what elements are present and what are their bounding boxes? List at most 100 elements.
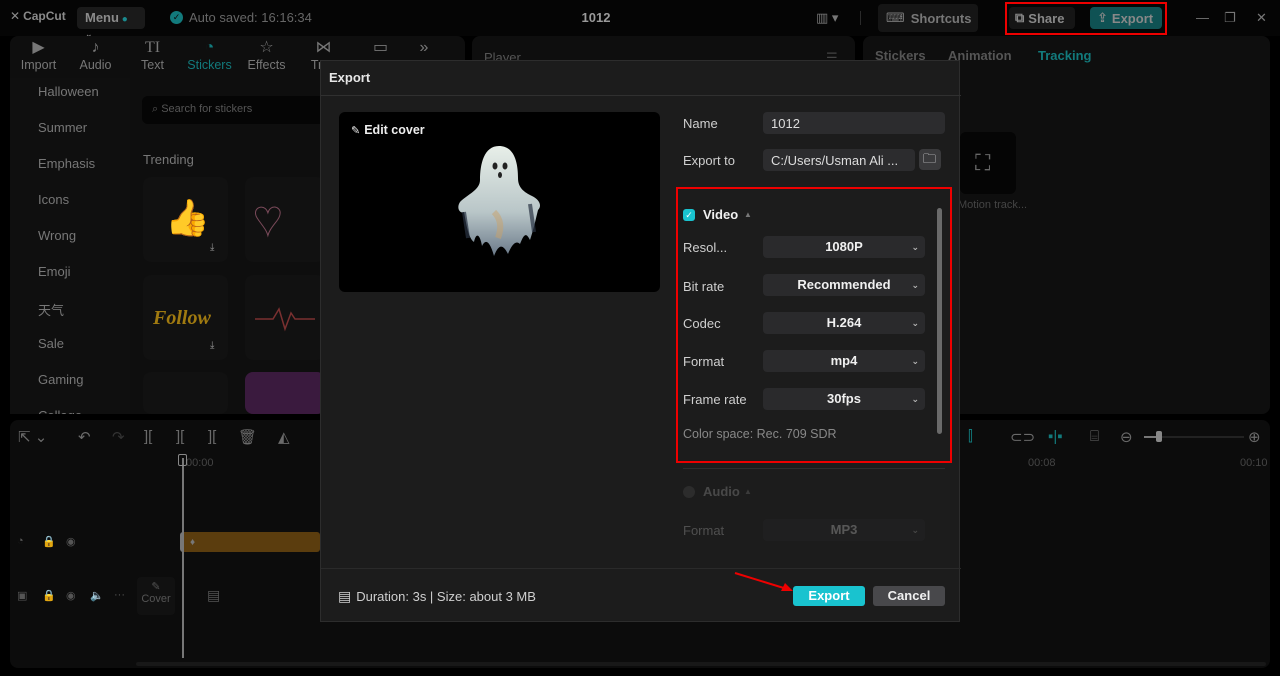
restore-icon[interactable]: ❐ <box>1224 10 1236 26</box>
lock-icon[interactable]: 🔒 <box>42 589 56 602</box>
sticker-categories: Halloween Summer Emphasis Icons Wrong Em… <box>10 78 130 414</box>
collapse-up-icon[interactable]: ▲ <box>744 487 752 496</box>
category-item[interactable]: Emphasis <box>38 156 95 171</box>
format-select[interactable]: mp4 ⌄ <box>763 350 925 372</box>
chevron-down-icon: ⌄ <box>911 394 919 404</box>
more-icon[interactable]: ··· <box>114 589 125 601</box>
link-icon[interactable]: ⊂⊃ <box>1010 428 1035 446</box>
video-track-icon[interactable]: ▣ <box>17 589 27 602</box>
effects-icon: ☆ <box>259 39 274 56</box>
video-section-label: Video <box>703 207 739 222</box>
browse-folder-button[interactable]: 🗀 <box>919 149 941 170</box>
tool-effects[interactable]: ☆ Effects <box>238 36 295 78</box>
timeline-scrollbar[interactable] <box>136 662 1266 666</box>
eye-icon[interactable]: ◉ <box>66 589 76 602</box>
bitrate-label: Bit rate <box>683 279 725 294</box>
export-button[interactable]: Export <box>793 586 865 606</box>
tool-audio[interactable]: ♪ Audio <box>67 36 124 78</box>
tool-text[interactable]: TI Text <box>124 36 181 78</box>
tool-label: Audio <box>79 58 112 72</box>
sticker-heart-dots[interactable]: ♥ <box>245 177 325 262</box>
tab-tracking[interactable]: Tracking <box>1038 48 1091 63</box>
category-item[interactable]: Summer <box>38 120 87 135</box>
volume-icon[interactable]: 🔈 <box>90 589 104 602</box>
sticker-blue[interactable] <box>143 372 228 414</box>
download-icon[interactable]: ⤓ <box>210 340 214 351</box>
speed-icon[interactable]: ◔ <box>17 535 24 547</box>
category-item[interactable]: 天气 <box>38 300 64 319</box>
motion-track-button[interactable]: ⛶ <box>960 132 1016 194</box>
cover-preview[interactable]: ✎ Edit cover <box>339 112 660 292</box>
shortcuts-button[interactable]: ⌨ Shortcuts <box>878 4 978 32</box>
cover-label: Cover <box>141 593 171 605</box>
sticker-thumbs-up[interactable]: 👍 ⤓ <box>143 177 228 262</box>
split-icon[interactable]: ][ <box>144 428 152 445</box>
export-dialog: Export ✎ Edit cover Name 1012 Export to C… <box>320 60 961 622</box>
framerate-select[interactable]: 30fps ⌄ <box>763 388 925 410</box>
preview-axis-icon[interactable]: ⌸ <box>1090 428 1099 445</box>
resolution-label: Resol... <box>683 240 728 255</box>
sticker-clip[interactable]: ♦ <box>180 532 320 552</box>
split-right-icon[interactable]: ][ <box>208 428 216 445</box>
playhead-handle[interactable] <box>178 454 187 466</box>
delete-icon[interactable]: 🗑 <box>238 428 257 446</box>
minimize-icon[interactable]: — <box>1196 10 1209 25</box>
bitrate-select[interactable]: Recommended ⌄ <box>763 274 925 296</box>
category-item[interactable]: Collage <box>38 408 82 414</box>
split-left-icon[interactable]: ][ <box>176 428 184 445</box>
snap-icon[interactable]: ▪|▪ <box>1048 428 1063 445</box>
settings-scrollbar[interactable] <box>937 208 942 434</box>
export-top-button[interactable]: ⇪ Export <box>1090 7 1162 29</box>
tool-stickers[interactable]: ◔ Stickers <box>181 36 238 78</box>
cancel-button[interactable]: Cancel <box>873 586 945 606</box>
dialog-title: Export <box>329 70 371 85</box>
collapse-up-icon[interactable]: ▲ <box>744 210 752 219</box>
cover-button[interactable]: ✎ Cover <box>137 577 175 615</box>
sticker-heartbeat[interactable] <box>245 275 325 360</box>
upload-icon: ⇪ <box>1097 10 1108 25</box>
sticker-search-input[interactable]: ⌕ Search for stickers <box>142 96 332 124</box>
sticker-pink-heart[interactable] <box>245 372 325 414</box>
edit-icon: ✎ <box>351 124 361 137</box>
tool-import[interactable]: ▶ Import <box>10 36 67 78</box>
download-icon[interactable]: ⤓ <box>210 242 214 253</box>
lock-icon[interactable]: 🔒 <box>42 535 56 548</box>
undo-icon[interactable]: ↶ <box>78 428 91 446</box>
sticker-follow[interactable]: Follow ⤓ <box>143 275 228 360</box>
eye-icon[interactable]: ◉ <box>66 535 76 548</box>
ghost-image <box>458 146 540 256</box>
codec-label: Codec <box>683 316 721 331</box>
video-checkbox[interactable]: ✓ <box>683 209 695 221</box>
layout-icon[interactable]: ▥ ▾ <box>816 10 838 26</box>
edit-cover-button[interactable]: ✎ Edit cover <box>351 123 425 137</box>
heartbeat-icon <box>255 307 315 332</box>
autosave-text: Auto saved: 16:16:34 <box>189 10 312 25</box>
captions-icon: ▭ <box>372 39 389 56</box>
close-icon[interactable]: ✕ <box>1256 10 1267 26</box>
export-to-label: Export to <box>683 153 736 168</box>
category-item[interactable]: Emoji <box>38 264 71 279</box>
category-item[interactable]: Wrong <box>38 228 76 243</box>
category-item[interactable]: Gaming <box>38 372 84 387</box>
zoom-out-icon[interactable]: ⊖ <box>1120 428 1133 446</box>
codec-select[interactable]: H.264 ⌄ <box>763 312 925 334</box>
playhead[interactable] <box>182 458 184 658</box>
select-tool-icon[interactable]: ⇱ ⌄ <box>18 428 47 446</box>
share-button[interactable]: ⧉ Share <box>1009 7 1075 29</box>
name-input[interactable]: 1012 <box>763 112 945 134</box>
zoom-slider-handle[interactable] <box>1156 431 1162 442</box>
resolution-value: 1080P <box>825 239 863 254</box>
resolution-select[interactable]: 1080P ⌄ <box>763 236 925 258</box>
category-item[interactable]: Icons <box>38 192 69 207</box>
mirror-icon[interactable]: ◭ <box>278 428 290 446</box>
chevron-down-icon: ⌄ <box>911 280 919 290</box>
menu-button[interactable]: Menu ● ⌄ <box>77 7 145 39</box>
magnet-icon[interactable]: ⫿ <box>968 428 973 445</box>
zoom-in-icon[interactable]: ⊕ <box>1248 428 1261 446</box>
export-path-input[interactable]: C:/Users/Usman Ali ... <box>763 149 915 171</box>
audio-format-select[interactable]: MP3 ⌄ <box>763 519 925 541</box>
audio-checkbox[interactable] <box>683 486 695 498</box>
category-item[interactable]: Halloween <box>38 84 99 99</box>
category-item[interactable]: Sale <box>38 336 64 351</box>
thumbs-up-icon: 👍 <box>165 197 210 238</box>
